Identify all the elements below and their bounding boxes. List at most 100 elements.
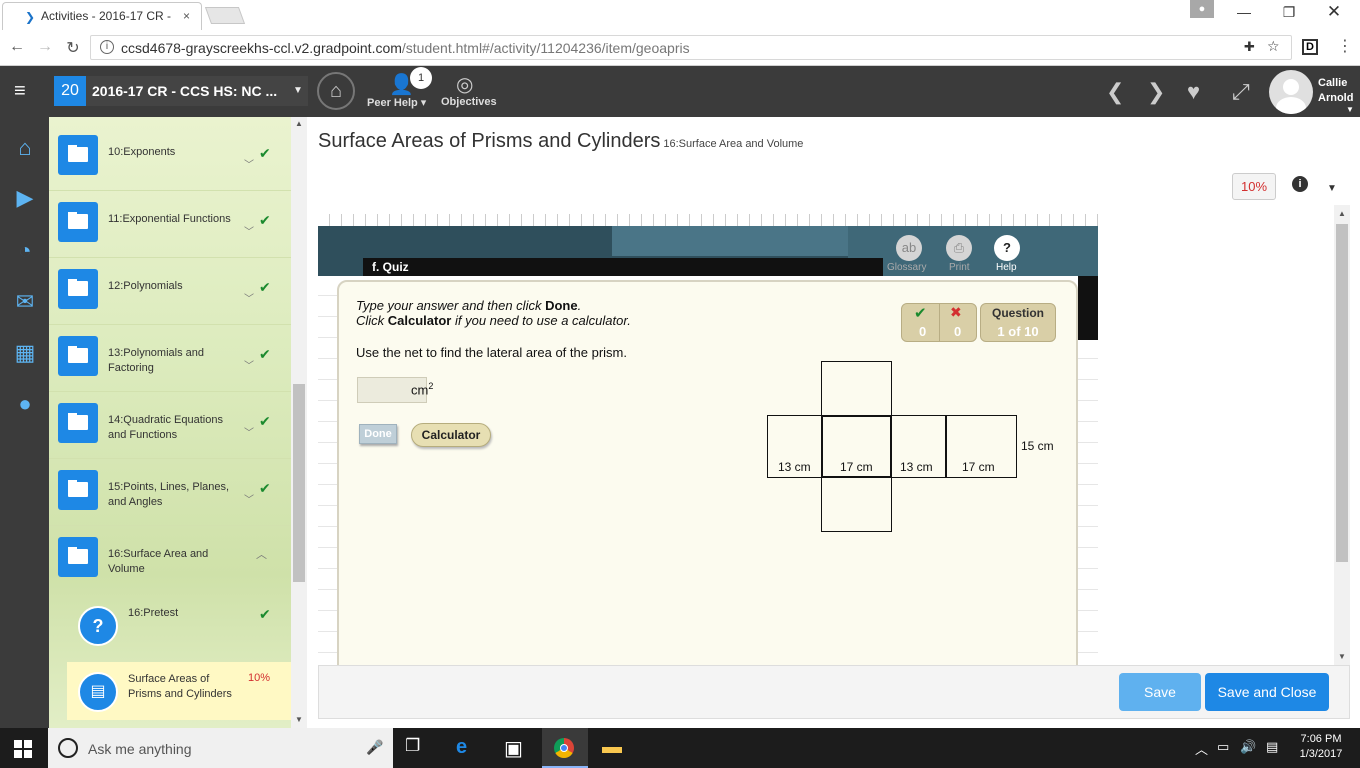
sidebar-item-11[interactable]: 11:Exponential Functions ﹀ ✔: [49, 191, 291, 258]
main-scroll-thumb[interactable]: [1336, 224, 1348, 562]
chevron-up-icon[interactable]: ︿: [256, 546, 267, 562]
sidebar-item-15[interactable]: 15:Points, Lines, Planes, and Angles ﹀ ✔: [49, 459, 291, 526]
question-icon: ?: [78, 606, 118, 646]
sidebar-item-12[interactable]: 12:Polynomials ﹀ ✔: [49, 258, 291, 325]
save-and-close-button[interactable]: Save and Close: [1205, 673, 1329, 711]
info-caret-down-icon[interactable]: ▼: [1327, 183, 1337, 194]
folder-icon: [58, 470, 98, 510]
back-icon[interactable]: ←: [7, 38, 27, 56]
network-icon[interactable]: ▭: [1217, 739, 1229, 755]
calendar-icon[interactable]: ▦: [10, 340, 40, 366]
net-label-b: 17 cm: [840, 460, 873, 474]
taskbar-clock[interactable]: 7:06 PM 1/3/2017: [1294, 732, 1348, 762]
course-name[interactable]: 2016-17 CR - CCS HS: NC ...: [92, 83, 277, 99]
user-caret-icon[interactable]: ▼: [1346, 105, 1354, 114]
sidebar-item-progress: 10%: [248, 672, 271, 684]
document-icon: ▤: [78, 672, 118, 712]
quiz-label: f. Quiz: [363, 258, 883, 276]
volume-icon[interactable]: 🔊: [1240, 739, 1256, 755]
task-view-icon[interactable]: ❐: [405, 736, 420, 756]
forward-icon[interactable]: →: [35, 38, 55, 56]
extension-icon[interactable]: ✚: [1244, 39, 1255, 55]
sidebar-item-label: 16:Surface Area and Volume: [108, 548, 209, 575]
main-scroll-up-icon[interactable]: ▲: [1338, 209, 1346, 218]
expand-icon[interactable]: ⤢: [1232, 79, 1250, 105]
close-window-icon[interactable]: ✕: [1324, 2, 1344, 22]
done-button[interactable]: Done: [359, 424, 397, 444]
chevron-down-icon[interactable]: ﹀: [244, 223, 254, 238]
apple-icon[interactable]: ●: [10, 391, 40, 417]
extension-d-icon[interactable]: D: [1302, 39, 1318, 55]
help-label[interactable]: Help: [996, 262, 1017, 273]
sidebar-item-active[interactable]: ▤ Surface Areas of Prisms and Cylinders …: [67, 662, 291, 720]
store-icon[interactable]: ▣: [504, 736, 523, 761]
bookmark-star-icon[interactable]: ☆: [1267, 38, 1280, 55]
microphone-icon[interactable]: 🎤: [366, 739, 383, 756]
dashboard-gauge-icon[interactable]: ◔: [10, 238, 40, 264]
mail-icon[interactable]: ✉: [10, 289, 40, 315]
home-nav-icon[interactable]: ⌂: [10, 135, 40, 161]
glossary-label[interactable]: Glossary: [887, 262, 926, 273]
print-icon[interactable]: ⎙: [946, 235, 972, 261]
heart-icon[interactable]: ♥: [1187, 79, 1200, 105]
address-bar[interactable]: i ccsd4678-grayscreekhs-ccl.v2.gradpoint…: [90, 35, 1292, 60]
file-explorer-icon[interactable]: ▬: [602, 736, 622, 759]
chevron-right-icon[interactable]: ❯: [1147, 79, 1165, 105]
print-label[interactable]: Print: [949, 262, 970, 273]
sidebar-item-label: 10:Exponents: [108, 146, 176, 158]
restore-icon[interactable]: ❐: [1279, 4, 1299, 21]
sidebar-item-10[interactable]: 10:Exponents ﹀ ✔: [49, 124, 291, 191]
scroll-up-icon[interactable]: ▲: [295, 119, 303, 128]
peer-help-label[interactable]: Peer Help ▾: [367, 96, 426, 109]
sidebar-item-pretest[interactable]: ? 16:Pretest ✔: [49, 596, 291, 656]
main-scroll-down-icon[interactable]: ▼: [1338, 652, 1346, 661]
scroll-down-icon[interactable]: ▼: [295, 715, 303, 724]
tab-close-icon[interactable]: ×: [183, 9, 190, 23]
url-path: /student.html#/activity/11204236/item/ge…: [401, 40, 690, 56]
play-icon[interactable]: ▶: [10, 185, 40, 211]
sidebar-item-16[interactable]: 16:Surface Area and Volume ︿: [49, 526, 291, 593]
tray-chevron-up-icon[interactable]: ︿: [1195, 739, 1208, 758]
minimize-icon[interactable]: —: [1234, 4, 1254, 20]
chevron-down-icon[interactable]: ﹀: [244, 357, 254, 372]
objectives-label[interactable]: Objectives: [441, 96, 497, 108]
windows-start-icon[interactable]: [14, 740, 32, 758]
help-icon[interactable]: ?: [994, 235, 1020, 261]
browser-tabstrip: [0, 0, 1360, 30]
glossary-icon[interactable]: ab: [896, 235, 922, 261]
menu-hamburger-icon[interactable]: ≡: [14, 80, 26, 103]
browser-tab[interactable]: ❯ Activities - 2016-17 CR - ×: [2, 2, 202, 30]
chevron-down-icon[interactable]: ﹀: [244, 290, 254, 305]
url-host: ccsd4678-grayscreekhs-ccl.v2.gradpoint.c…: [121, 40, 402, 56]
calculator-button[interactable]: Calculator: [411, 423, 491, 447]
site-info-icon[interactable]: i: [100, 40, 114, 54]
chevron-down-icon[interactable]: ﹀: [244, 424, 254, 439]
chevron-down-icon[interactable]: ﹀: [244, 156, 254, 171]
info-icon[interactable]: i: [1292, 176, 1308, 192]
objectives-target-icon[interactable]: ◎: [456, 72, 473, 97]
notifications-icon[interactable]: ▤: [1266, 739, 1278, 755]
new-tab-button[interactable]: [204, 7, 246, 24]
edge-icon[interactable]: e: [456, 736, 467, 759]
reload-icon[interactable]: ↻: [63, 38, 83, 58]
question-label: Question: [991, 306, 1044, 320]
chrome-icon[interactable]: [554, 738, 574, 758]
page-subtitle: 16:Surface Area and Volume: [663, 138, 804, 150]
chevron-left-icon[interactable]: ❮: [1106, 79, 1124, 105]
course-number-badge: 20: [54, 76, 86, 106]
sidebar-item-14[interactable]: 14:Quadratic Equations and Functions ﹀ ✔: [49, 392, 291, 459]
ruler-strip: [318, 214, 1098, 226]
score-divider: [939, 304, 940, 341]
home-button[interactable]: ⌂: [317, 72, 355, 110]
sidebar-item-13[interactable]: 13:Polynomials and Factoring ﹀ ✔: [49, 325, 291, 392]
incorrect-x-icon: ✖: [950, 304, 962, 320]
profile-icon[interactable]: ●: [1190, 0, 1214, 18]
save-button[interactable]: Save: [1119, 673, 1201, 711]
browser-menu-icon[interactable]: ⋮: [1337, 36, 1353, 56]
check-icon: ✔: [259, 279, 271, 295]
user-name[interactable]: Callie Arnold: [1318, 76, 1358, 106]
course-caret-down-icon[interactable]: ▼: [293, 85, 303, 96]
chevron-down-icon[interactable]: ﹀: [244, 491, 254, 506]
avatar[interactable]: [1269, 70, 1313, 114]
sidebar-scroll-thumb[interactable]: [293, 384, 305, 582]
